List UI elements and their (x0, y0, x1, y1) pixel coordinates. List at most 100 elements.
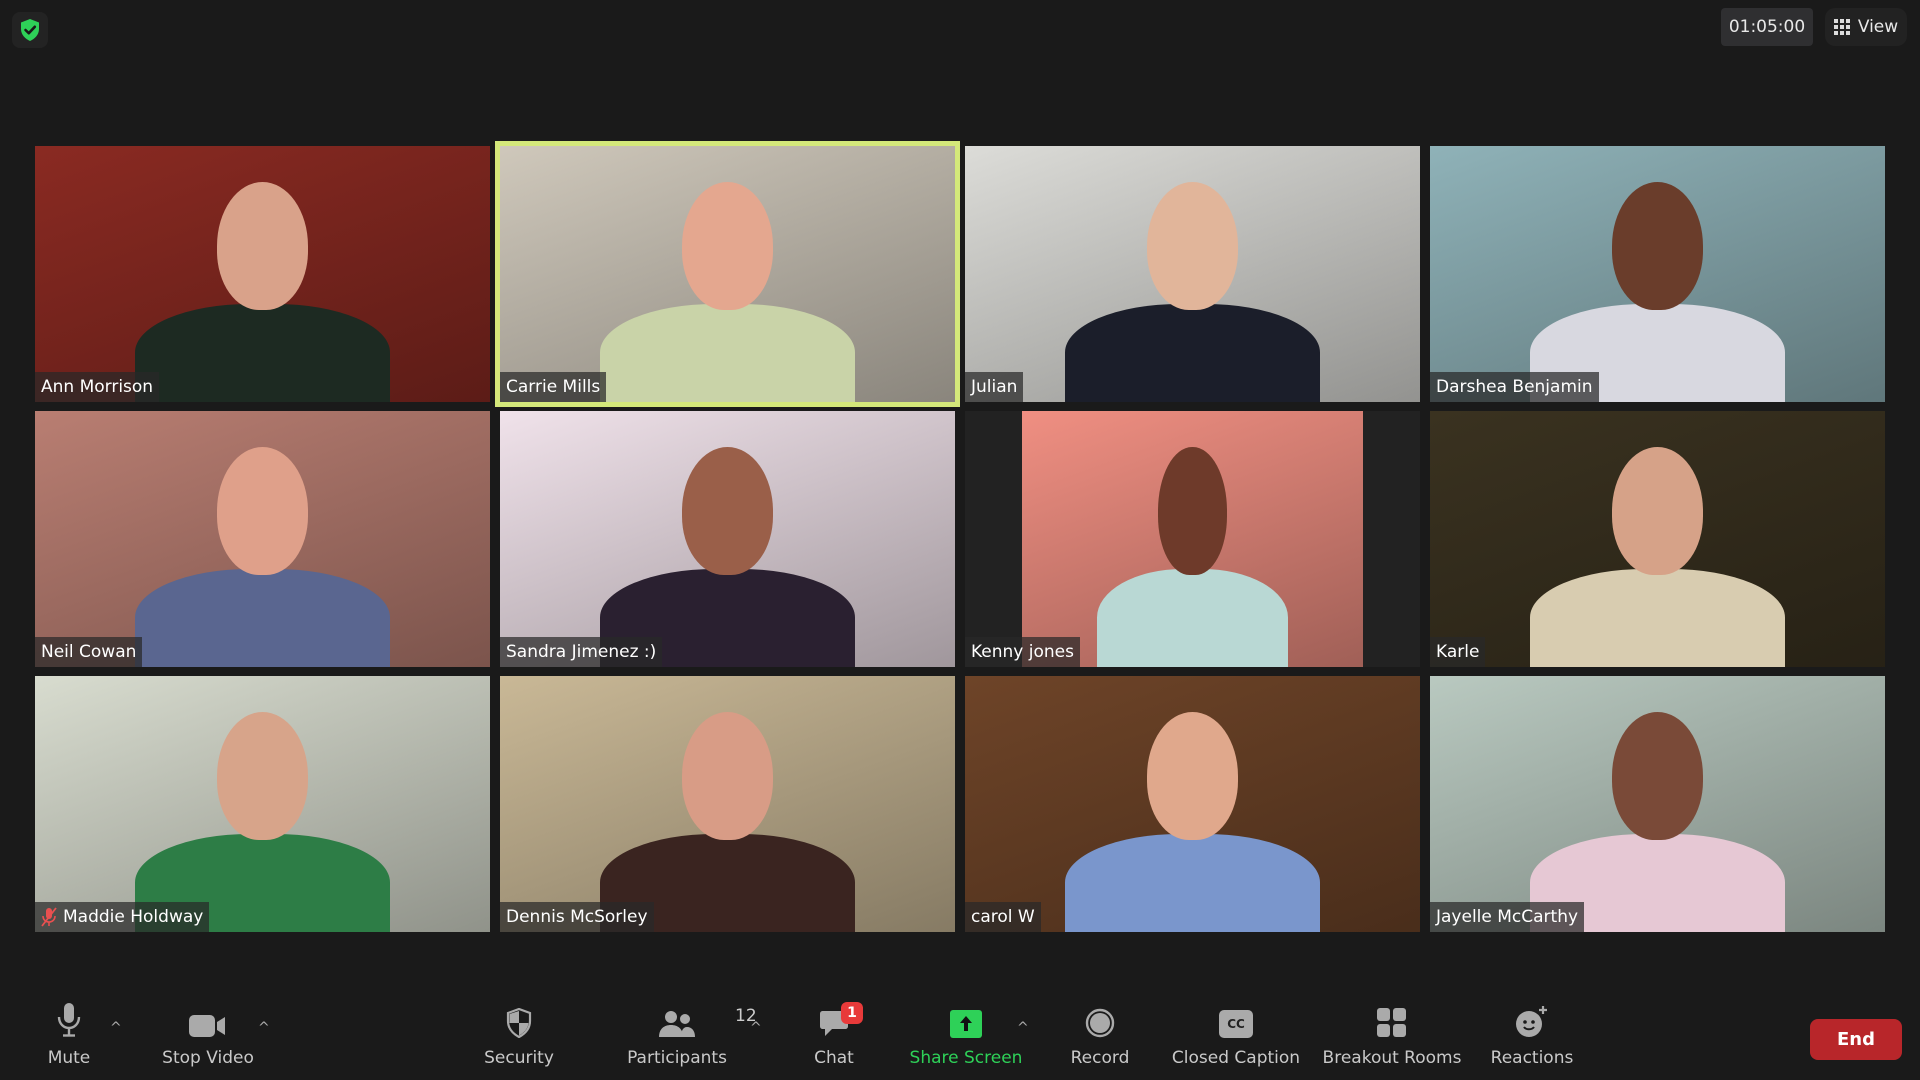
microphone-icon (57, 1003, 81, 1037)
participant-name-label: Darshea Benjamin (1430, 372, 1599, 402)
reactions-button[interactable]: Reactions (1490, 990, 1574, 1080)
chat-button[interactable]: 1 Chat (810, 990, 863, 1080)
participant-tile[interactable]: Kenny jones (965, 411, 1420, 667)
view-button[interactable]: View (1825, 8, 1907, 46)
people-icon (659, 1011, 695, 1037)
audio-options-caret[interactable]: ^ (110, 1020, 122, 1036)
participant-name: Neil Cowan (41, 642, 137, 662)
cc-icon: CC (1219, 1010, 1253, 1038)
participants-options-caret[interactable]: ^ (750, 1020, 762, 1036)
participant-face (1612, 711, 1703, 840)
participant-face (217, 181, 308, 310)
participant-body (135, 569, 390, 667)
participant-tile[interactable]: Julian (965, 146, 1420, 402)
participant-face (682, 446, 773, 575)
participant-video (35, 411, 490, 667)
participant-tile[interactable]: Neil Cowan (35, 411, 490, 667)
participant-tile[interactable]: Carrie Mills (495, 141, 960, 407)
share-arrow-icon (950, 1010, 982, 1038)
participant-tile[interactable]: Sandra Jimenez :) (500, 411, 955, 667)
reactions-label: Reactions (1490, 1048, 1574, 1068)
participant-body (135, 304, 390, 402)
participant-video (500, 676, 955, 932)
participant-tile[interactable]: Karle (1430, 411, 1885, 667)
participant-video (500, 146, 955, 402)
participant-face (1147, 181, 1238, 310)
participant-name-label: Dennis McSorley (500, 902, 654, 932)
participant-video (35, 146, 490, 402)
participant-name-label: Julian (965, 372, 1024, 402)
participant-tile[interactable]: Ann Morrison (35, 146, 490, 402)
security-button[interactable]: Security (480, 990, 558, 1080)
participant-body (1065, 834, 1320, 932)
record-icon (1085, 1008, 1115, 1038)
participant-name-label: Jayelle McCarthy (1430, 902, 1585, 932)
breakout-grid-icon (1377, 1008, 1406, 1037)
shield-icon (506, 1008, 532, 1038)
participant-video (500, 411, 955, 667)
participant-body (1097, 569, 1288, 667)
participant-tile[interactable]: Maddie Holdway (35, 676, 490, 932)
participant-name: Sandra Jimenez :) (506, 642, 657, 662)
video-camera-icon (189, 1015, 225, 1037)
share-screen-button[interactable]: Share Screen (909, 990, 1023, 1080)
participant-video (1430, 146, 1885, 402)
participant-body (1065, 304, 1320, 402)
closed-caption-button[interactable]: CC Closed Caption (1172, 990, 1300, 1080)
share-options-caret[interactable]: ^ (1017, 1020, 1029, 1036)
security-label: Security (484, 1048, 554, 1068)
stop-video-label: Stop Video (162, 1048, 254, 1068)
participant-tile[interactable]: Dennis McSorley (500, 676, 955, 932)
participant-name: Julian (971, 377, 1018, 397)
chat-unread-badge: 1 (841, 1002, 863, 1024)
participant-face (682, 711, 773, 840)
participant-video (965, 676, 1420, 932)
encryption-shield-icon[interactable] (12, 12, 48, 48)
share-screen-label: Share Screen (909, 1048, 1023, 1068)
participant-video (965, 146, 1420, 402)
participant-name: Darshea Benjamin (1436, 377, 1593, 397)
participant-video (35, 676, 490, 932)
participant-name-label: carol W (965, 902, 1041, 932)
participant-tile[interactable]: Darshea Benjamin (1430, 146, 1885, 402)
participant-body (1530, 569, 1785, 667)
smiley-plus-icon (1516, 1006, 1547, 1037)
participant-name: Karle (1436, 642, 1480, 662)
video-options-caret[interactable]: ^ (258, 1020, 270, 1036)
participant-face (217, 446, 308, 575)
participant-name: Jayelle McCarthy (1436, 907, 1579, 927)
participant-name-label: Ann Morrison (35, 372, 160, 402)
participant-name-label: Karle (1430, 637, 1486, 667)
mute-button[interactable]: Mute (40, 990, 98, 1080)
participant-tile[interactable]: carol W (965, 676, 1420, 932)
participant-video (1022, 411, 1363, 667)
participant-face (1612, 446, 1703, 575)
participant-name: Ann Morrison (41, 377, 154, 397)
meeting-timer: 01:05:00 (1721, 8, 1813, 46)
participant-face (1612, 181, 1703, 310)
breakout-rooms-button[interactable]: Breakout Rooms (1322, 990, 1462, 1080)
participant-name-label: Sandra Jimenez :) (500, 637, 663, 667)
participant-body (600, 304, 855, 402)
grid-icon (1833, 19, 1850, 35)
participant-name: Carrie Mills (506, 377, 601, 397)
participant-name-label: Kenny jones (965, 637, 1080, 667)
mute-label: Mute (47, 1048, 91, 1068)
participant-tile[interactable]: Jayelle McCarthy (1430, 676, 1885, 932)
participant-name-label: Maddie Holdway (35, 902, 210, 932)
participant-name: Maddie Holdway (63, 907, 204, 927)
participant-name: carol W (971, 907, 1035, 927)
record-button[interactable]: Record (1070, 990, 1130, 1080)
participants-button[interactable]: 12 Participants (625, 990, 757, 1080)
stop-video-button[interactable]: Stop Video (160, 990, 256, 1080)
participant-face (217, 711, 308, 840)
chat-label: Chat (814, 1048, 854, 1068)
participant-face (682, 181, 773, 310)
record-label: Record (1070, 1048, 1130, 1068)
video-gallery: Ann Morrison Carrie Mills Julian Darshea Be… (35, 141, 1885, 932)
participant-name: Kenny jones (971, 642, 1074, 662)
end-meeting-button[interactable]: End (1810, 1019, 1902, 1060)
participant-name: Dennis McSorley (506, 907, 648, 927)
participant-video (1430, 676, 1885, 932)
participant-video (1430, 411, 1885, 667)
